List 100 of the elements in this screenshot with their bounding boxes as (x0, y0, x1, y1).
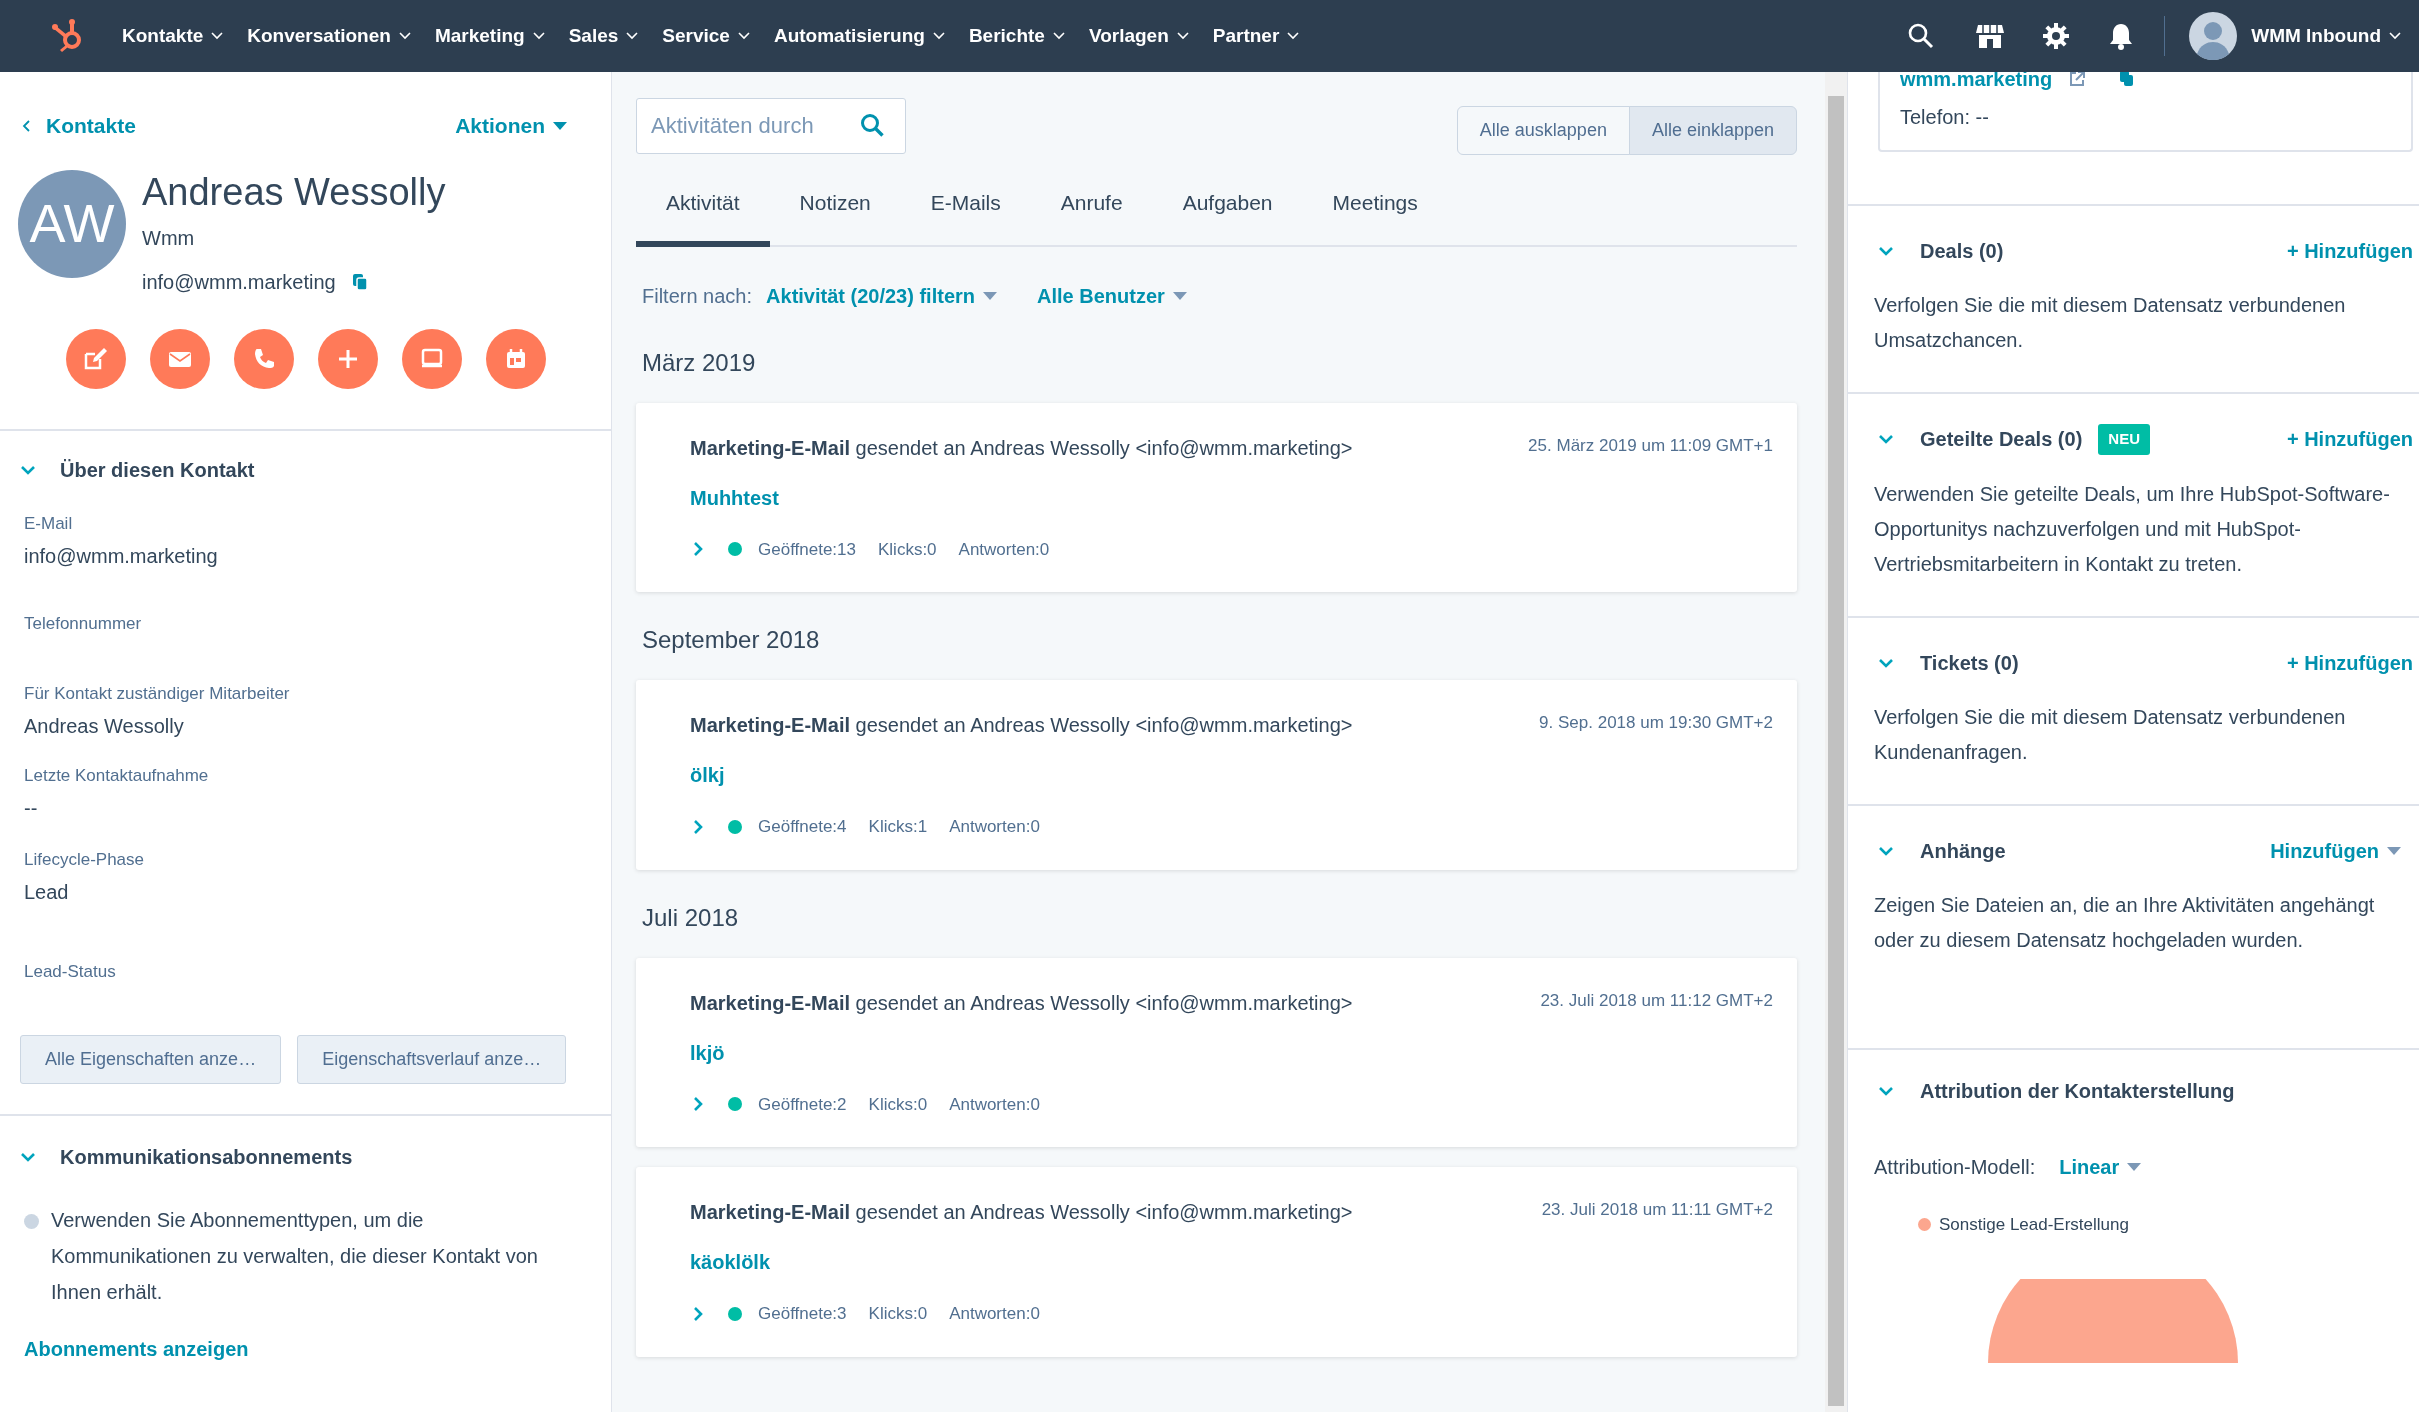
actions-dropdown[interactable]: Aktionen (455, 110, 567, 142)
field-label: Telefonnummer (24, 613, 143, 636)
email-subject-link[interactable]: lkjö (690, 1037, 725, 1068)
tab[interactable]: Aktivität (636, 169, 770, 247)
add-link[interactable]: + Hinzufügen (2286, 236, 2413, 266)
stat-text: Geöffnete:4 (758, 816, 847, 838)
month-heading: März 2019 (641, 347, 757, 378)
nav-menu[interactable]: Marketing (434, 21, 545, 51)
field-value: info@wmm.marketing (24, 543, 219, 569)
phone-text: Telefon: -- (1900, 105, 1990, 130)
filter-label: Filtern nach: (642, 283, 753, 309)
stat-text: Geöffnete:13 (758, 538, 856, 561)
settings-icon[interactable] (2042, 22, 2071, 50)
chevron-icon[interactable] (693, 541, 703, 558)
model-dropdown[interactable]: Linear (2059, 1151, 2142, 1182)
stat-text: Antworten:0 (949, 1093, 1040, 1116)
add-dropdown[interactable]: Hinzufügen (2270, 835, 2401, 866)
scrollbar-thumb[interactable] (1828, 96, 1844, 1406)
section-title: Geteilte Deals (0) (1920, 427, 2083, 453)
chevron-icon[interactable] (1878, 434, 1894, 445)
stat-text: Klicks:0 (868, 1093, 928, 1116)
subscriptions-link[interactable]: Abonnements anzeigen (20, 1334, 589, 1365)
activity-summary: Marketing-E-Mail gesendet an Andreas Wessolly <info@wmm.marketing> (690, 990, 1353, 1016)
tab[interactable]: E-Mails (900, 169, 1031, 247)
company-link[interactable]: wmm.marketing (1900, 72, 2053, 94)
stat-text: Geöffnete:3 (758, 1303, 847, 1325)
caret-icon (398, 32, 411, 40)
add-link[interactable]: + Hinzufügen (2286, 647, 2413, 678)
field-label: Für Kontakt zuständiger Mitarbeiter (24, 683, 291, 706)
status-dot-icon (728, 1097, 742, 1112)
contact-name: Andreas Wessolly (142, 171, 446, 214)
stat-text: Antworten:0 (958, 538, 1050, 561)
stat-text: Klicks:1 (868, 816, 928, 838)
property-button[interactable]: Alle Eigenschaften anze… (20, 1035, 282, 1085)
chevron-icon[interactable] (693, 1305, 703, 1322)
status-dot-icon (728, 819, 742, 834)
search-icon[interactable] (1908, 23, 1935, 49)
section-title: Attribution der Kontakterstellung (1920, 1078, 2235, 1104)
caret-icon (737, 32, 750, 40)
store-icon[interactable] (1976, 23, 2005, 49)
external-link-icon[interactable] (2068, 72, 2087, 88)
activity-date: 9. Sep. 2018 um 19:30 GMT+2 (1539, 712, 1773, 734)
caret-icon (2387, 846, 2401, 855)
chevron-icon[interactable] (693, 1096, 703, 1113)
contact-email: info@wmm.marketing (142, 270, 336, 296)
caret-icon (2389, 32, 2401, 40)
status-dot-icon (728, 1306, 742, 1321)
tab[interactable]: Aufgaben (1152, 169, 1303, 247)
search-field[interactable]: Aktivitäten durch (636, 98, 906, 154)
caret-icon (1172, 291, 1187, 300)
subscription-text: Verwenden Sie Abonnementtypen, um die Kommunikationen zu verwalten, die dieser Kontakt von Ihnen erhält. (51, 1208, 539, 1306)
filter-dropdown[interactable]: Alle Benutzer (1037, 280, 1187, 311)
chevron-left-icon (22, 119, 30, 132)
stat-text: Klicks:0 (868, 1303, 928, 1325)
nav-menu[interactable]: Service (662, 21, 750, 51)
stat-text: Klicks:0 (878, 538, 937, 561)
chevron-icon[interactable] (1878, 845, 1894, 856)
month-heading: September 2018 (641, 625, 821, 655)
nav-menu[interactable]: Vorlagen (1088, 21, 1189, 51)
model-label: Attribution-Modell: (1874, 1154, 2036, 1180)
copy-icon[interactable] (351, 273, 368, 292)
copy-icon[interactable] (2120, 72, 2135, 87)
email-subject-link[interactable]: käoklölk (690, 1247, 771, 1277)
nav-menu[interactable]: Partner (1212, 21, 1300, 51)
field-label: Lifecycle-Phase (24, 849, 145, 872)
nav-menu[interactable]: Kontakte (122, 21, 224, 51)
caret-icon (1287, 32, 1300, 40)
tab[interactable]: Anrufe (1030, 169, 1153, 247)
nav-menu[interactable]: Sales (568, 21, 639, 51)
status-dot-icon (728, 542, 742, 557)
chevron-icon[interactable] (1878, 1085, 1894, 1096)
toggle-button[interactable]: Alle einklappen (1628, 106, 1797, 155)
avatar-icon[interactable] (2189, 12, 2238, 60)
caret-icon (2127, 1162, 2142, 1171)
toggle-button[interactable]: Alle ausklappen (1456, 106, 1630, 155)
activity-summary: Marketing-E-Mail gesendet an Andreas Wessolly <info@wmm.marketing> (690, 713, 1353, 738)
add-link[interactable]: + Hinzufügen (2286, 424, 2413, 455)
activity-summary: Marketing-E-Mail gesendet an Andreas Wessolly <info@wmm.marketing> (690, 1200, 1353, 1225)
account-menu[interactable]: WMM Inbound (2251, 21, 2401, 51)
bell-icon[interactable] (2108, 22, 2135, 50)
tab[interactable]: Meetings (1302, 169, 1448, 247)
filter-dropdown[interactable]: Aktivität (20/23) filtern (766, 280, 997, 311)
contact-avatar: AW (18, 169, 126, 278)
nav-menu[interactable]: Konversationen (247, 21, 411, 51)
chevron-icon[interactable] (20, 465, 36, 476)
stat-text: Antworten:0 (949, 816, 1040, 838)
caret-icon (553, 121, 567, 130)
email-subject-link[interactable]: Muhhtest (690, 482, 779, 513)
tab[interactable]: Notizen (769, 169, 901, 247)
nav-menu[interactable]: Automatisierung (773, 21, 945, 51)
activity-date: 25. März 2019 um 11:09 GMT+1 (1528, 434, 1773, 457)
field-value: Lead (24, 879, 70, 905)
email-subject-link[interactable]: ölkj (690, 760, 725, 790)
property-button[interactable]: Eigenschaftsverlauf anze… (297, 1035, 567, 1085)
chevron-icon[interactable] (1878, 657, 1894, 668)
nav-menu[interactable]: Berichte (968, 21, 1065, 51)
back-link[interactable]: Kontakte (22, 110, 136, 142)
chevron-icon[interactable] (1878, 246, 1894, 256)
chevron-icon[interactable] (693, 818, 703, 835)
chevron-icon[interactable] (20, 1152, 36, 1163)
